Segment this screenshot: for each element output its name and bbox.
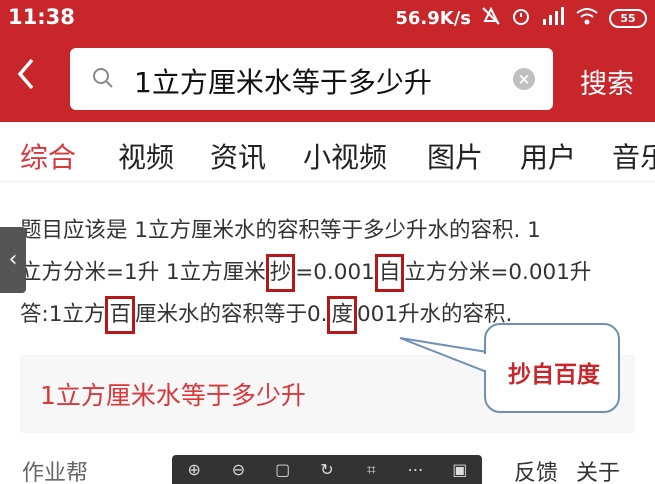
reader-toolbar: ⊕ ⊖ ▢ ↻ ⌗ ⋯ ▣ xyxy=(172,455,482,484)
rotate-icon[interactable]: ↻ xyxy=(316,459,338,481)
crop-icon[interactable]: ⌗ xyxy=(360,459,382,481)
callout-pointer-mask xyxy=(484,354,488,370)
about-link[interactable]: 关于 xyxy=(576,461,620,484)
fit-page-icon[interactable]: ▢ xyxy=(272,459,294,481)
source-label: 作业帮 xyxy=(22,461,89,484)
zoom-in-icon[interactable]: ⊕ xyxy=(183,459,205,481)
zoom-out-icon[interactable]: ⊖ xyxy=(227,459,249,481)
more-icon[interactable]: ⋯ xyxy=(405,459,427,481)
save-icon[interactable]: ▣ xyxy=(449,459,471,481)
feedback-link[interactable]: 反馈 xyxy=(514,461,558,484)
footer-links: 反馈 关于 xyxy=(514,455,638,484)
